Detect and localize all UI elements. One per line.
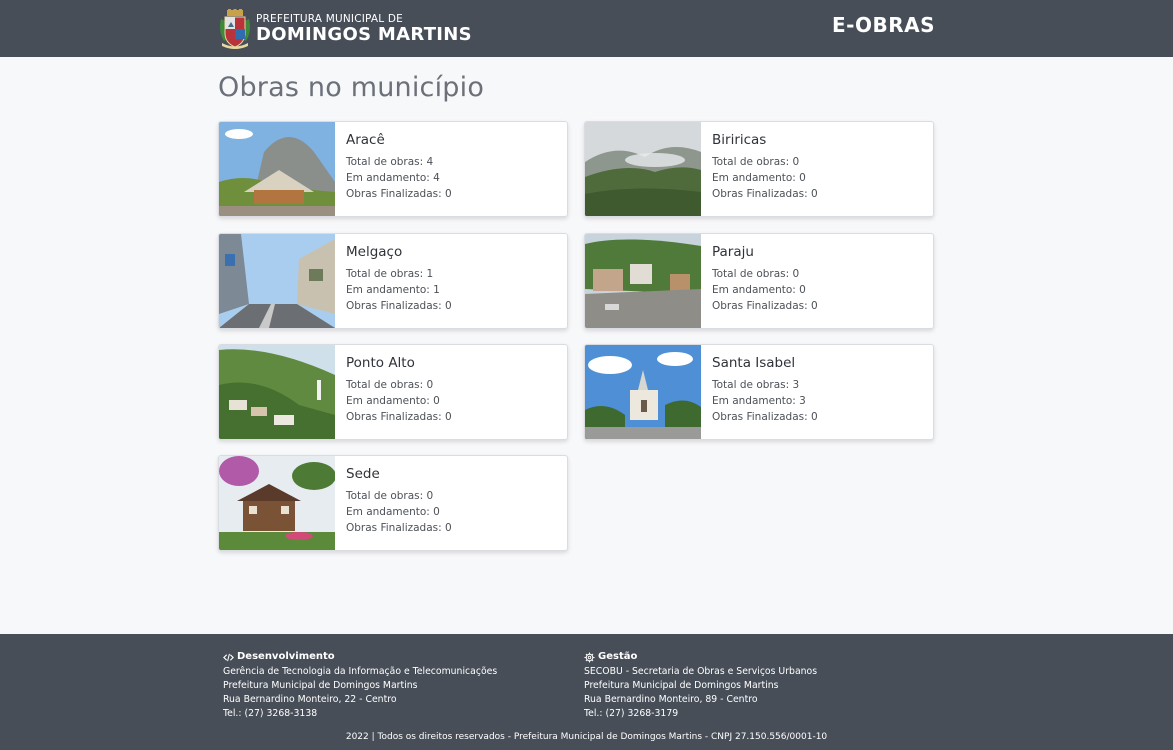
top-header: PREFEITURA MUNICIPAL DE DOMINGOS MARTINS… (0, 0, 1173, 57)
total-obras: Total de obras: 3 (712, 379, 800, 391)
location-name: Paraju (712, 244, 754, 260)
page-title: Obras no município (218, 72, 485, 103)
gear-icon (584, 651, 595, 663)
total-obras: Total de obras: 0 (346, 379, 434, 391)
location-name: Biriricas (712, 132, 767, 148)
location-name: Ponto Alto (346, 355, 415, 371)
footer-gestao-title: Gestão (598, 651, 638, 662)
location-photo (585, 345, 701, 439)
location-card-santa-isabel[interactable]: Santa Isabel Total de obras: 3 Em andame… (584, 344, 934, 440)
footer-dev-title: Desenvolvimento (237, 651, 335, 662)
location-photo (219, 456, 335, 550)
location-card-ponto-alto[interactable]: Ponto Alto Total de obras: 0 Em andament… (218, 344, 568, 440)
obras-finalizadas: Obras Finalizadas: 0 (346, 188, 452, 200)
location-name: Aracê (346, 132, 385, 148)
location-card-paraju[interactable]: Paraju Total de obras: 0 Em andamento: 0… (584, 233, 934, 329)
copyright-text: 2022 | Todos os direitos reservados - Pr… (345, 732, 828, 742)
brand-logo[interactable]: PREFEITURA MUNICIPAL DE DOMINGOS MARTINS (218, 8, 472, 50)
obras-finalizadas: Obras Finalizadas: 0 (346, 522, 452, 534)
location-photo (585, 122, 701, 216)
obras-finalizadas: Obras Finalizadas: 0 (712, 188, 818, 200)
location-photo (585, 234, 701, 328)
footer-dev-line: Prefeitura Municipal de Domingos Martins (223, 680, 418, 691)
code-icon (223, 653, 234, 661)
obras-finalizadas: Obras Finalizadas: 0 (712, 300, 818, 312)
footer-gestao-line: Rua Bernardino Monteiro, 89 - Centro (584, 694, 758, 705)
footer-gestao-phone: Tel.: (27) 3268-3179 (584, 708, 679, 719)
location-photo (219, 122, 335, 216)
location-name: Sede (346, 466, 380, 482)
em-andamento: Em andamento: 4 (346, 172, 440, 184)
footer-dev-phone: Tel.: (27) 3268-3138 (223, 708, 318, 719)
footer-dev-line: Rua Bernardino Monteiro, 22 - Centro (223, 694, 397, 705)
location-card-sede[interactable]: Sede Total de obras: 0 Em andamento: 0 O… (218, 455, 568, 551)
total-obras: Total de obras: 0 (712, 156, 800, 168)
location-name: Santa Isabel (712, 355, 796, 371)
obras-finalizadas: Obras Finalizadas: 0 (346, 300, 452, 312)
em-andamento: Em andamento: 0 (346, 506, 440, 518)
brand-subtitle: PREFEITURA MUNICIPAL DE (256, 12, 403, 25)
total-obras: Total de obras: 0 (346, 490, 434, 502)
page-footer: Desenvolvimento Gerência de Tecnologia d… (0, 634, 1173, 750)
footer-dev-section: Desenvolvimento Gerência de Tecnologia d… (223, 650, 497, 721)
total-obras: Total de obras: 1 (346, 268, 434, 280)
total-obras: Total de obras: 4 (346, 156, 434, 168)
footer-gestao-section: Gestão SECOBU - Secretaria de Obras e Se… (584, 650, 817, 721)
location-card-arace[interactable]: Aracê Total de obras: 4 Em andamento: 4 … (218, 121, 568, 217)
obras-finalizadas: Obras Finalizadas: 0 (346, 411, 452, 423)
em-andamento: Em andamento: 0 (712, 172, 806, 184)
obras-finalizadas: Obras Finalizadas: 0 (712, 411, 818, 423)
em-andamento: Em andamento: 0 (346, 395, 440, 407)
app-title[interactable]: E-OBRAS (832, 13, 935, 37)
footer-dev-line: Gerência de Tecnologia da Informação e T… (223, 666, 498, 677)
footer-gestao-line: SECOBU - Secretaria de Obras e Serviços … (584, 666, 818, 677)
total-obras: Total de obras: 0 (712, 268, 800, 280)
location-name: Melgaço (346, 244, 403, 260)
em-andamento: Em andamento: 1 (346, 284, 440, 296)
brand-title: DOMINGOS MARTINS (256, 24, 472, 46)
municipal-crest-icon (220, 9, 250, 49)
footer-gestao-line: Prefeitura Municipal de Domingos Martins (584, 680, 779, 691)
location-photo (219, 234, 335, 328)
location-card-biriricas[interactable]: Biriricas Total de obras: 0 Em andamento… (584, 121, 934, 217)
location-photo (219, 345, 335, 439)
location-card-melgaco[interactable]: Melgaço Total de obras: 1 Em andamento: … (218, 233, 568, 329)
em-andamento: Em andamento: 3 (712, 395, 806, 407)
em-andamento: Em andamento: 0 (712, 284, 806, 296)
